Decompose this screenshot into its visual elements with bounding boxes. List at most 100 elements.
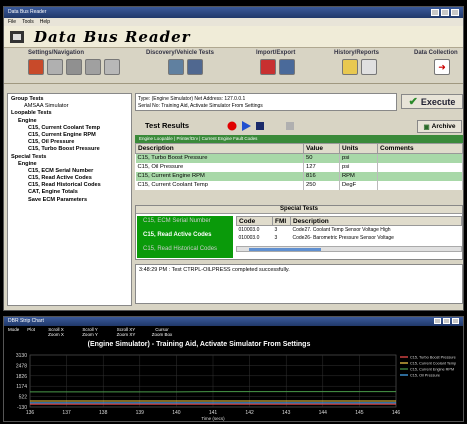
execute-button[interactable]: ✔ Execute	[401, 94, 463, 109]
toolbar-group-history: History/Reports	[334, 50, 379, 75]
minimize-button[interactable]	[431, 9, 439, 16]
col-value[interactable]: Value	[303, 143, 340, 154]
chart-scroll-xy-button[interactable]: Scroll XY Zoom XY	[111, 327, 141, 339]
tree-item[interactable]: Group Tests	[10, 96, 129, 103]
play-icon[interactable]	[241, 120, 252, 131]
chart-mode-button[interactable]: Mode	[8, 327, 19, 339]
info-line-serial: Serial No: Training Aid, Activate Simula…	[138, 103, 263, 109]
tree-item[interactable]: C15, Current Coolant Temp	[10, 125, 129, 132]
tree-item[interactable]: C15, Read Active Codes	[10, 175, 129, 182]
tree-item[interactable]: C15, ECM Serial Number	[10, 168, 129, 175]
tree-item[interactable]: Save ECM Parameters	[10, 197, 129, 204]
truck-icon[interactable]	[187, 59, 203, 75]
strip-chart-window: DBR Strip Chart Mode Plot Scroll X Zoom …	[3, 316, 464, 422]
chart-scroll-y-button[interactable]: Scroll Y Zoom Y	[77, 327, 103, 339]
tree-item[interactable]: AMSAA Simulator	[10, 103, 129, 110]
legend-label: C15, Current Coolant Temp	[410, 362, 456, 366]
menu-file[interactable]: File	[8, 19, 16, 25]
record-icon[interactable]	[227, 121, 237, 131]
maximize-button[interactable]	[443, 318, 450, 324]
strip-chart[interactable]: 3130247818261174522-130136 137 138 139 140 14…	[4, 349, 463, 421]
col-description[interactable]: Description	[135, 143, 304, 154]
table-row[interactable]: C15, Current Coolant Temp 250 DegF	[135, 180, 463, 190]
cell: C15, Turbo Boost Pressure	[135, 153, 304, 163]
archive-icon: ▣	[423, 123, 430, 131]
x-tick-label: 139	[136, 410, 145, 416]
tree-item[interactable]: C15, Current Engine RPM	[10, 132, 129, 139]
toolbar-group-label: Data Collection	[414, 50, 458, 56]
stop-icon[interactable]	[255, 121, 265, 131]
car-icon[interactable]	[168, 59, 184, 75]
exit-icon[interactable]: ➜	[434, 59, 450, 75]
tree-item[interactable]: C15, Read Historical Codes	[10, 182, 129, 189]
execute-label: Execute	[420, 96, 456, 107]
toolbox-icon[interactable]	[28, 59, 44, 75]
close-button[interactable]	[452, 318, 459, 324]
cell: psi	[339, 162, 378, 172]
table-row[interactable]: 010003.0 3 Code27. Coolant Temp Sensor V…	[237, 226, 462, 234]
tree-item[interactable]: Engine	[10, 118, 129, 125]
chart-plot-button[interactable]: Plot	[27, 327, 35, 339]
col-comments[interactable]: Comments	[377, 143, 463, 154]
toolbar-group-label: Discovery/Vehicle Tests	[146, 50, 214, 56]
y-tick-label: 1174	[16, 384, 27, 390]
tree-item[interactable]: C15, Oil Pressure	[10, 139, 129, 146]
x-tick-label: 137	[62, 410, 71, 416]
chart-window-title: DBR Strip Chart	[8, 318, 44, 324]
y-tick-label: 2478	[16, 363, 27, 369]
close-button[interactable]	[451, 9, 459, 16]
export-icon[interactable]	[279, 59, 295, 75]
special-test-item[interactable]: C15, Read Active Codes	[137, 230, 233, 240]
col-code-description[interactable]: Description	[290, 216, 462, 226]
tree-item[interactable]: CAT, Engine Totals	[10, 189, 129, 196]
scrollbar-thumb[interactable]	[249, 248, 321, 251]
log-output: 3:48:29 PM : Test CTRPL-OILPRESS complet…	[135, 264, 463, 304]
codes-scrollbar[interactable]	[236, 246, 462, 252]
table-row[interactable]: C15, Oil Pressure 127 psi	[135, 162, 463, 172]
tree-item[interactable]: Special Tests	[10, 154, 129, 161]
cell: psi	[339, 153, 378, 163]
chart-toolbar: Mode Plot Scroll X Zoom X Scroll Y Zoom …	[4, 326, 463, 340]
tree-item[interactable]: Loopable Tests	[10, 110, 129, 117]
cell	[377, 162, 463, 172]
cell: 816	[303, 171, 340, 181]
x-tick-label: 136	[26, 410, 35, 416]
cell	[377, 153, 463, 163]
report-icon[interactable]	[361, 59, 377, 75]
laptop-icon	[10, 30, 24, 43]
col-code[interactable]: Code	[236, 216, 273, 226]
menu-help[interactable]: Help	[40, 19, 50, 25]
menu-tools[interactable]: Tools	[22, 19, 34, 25]
special-test-item[interactable]: C15, ECM Serial Number	[137, 216, 233, 226]
cell: 3	[274, 234, 278, 241]
special-tests-panel: Special Tests C15, ECM Serial Number C15…	[135, 205, 463, 260]
table-row[interactable]: C15, Current Engine RPM 816 RPM	[135, 171, 463, 181]
chart-scroll-x-button[interactable]: Scroll X Zoom X	[43, 327, 69, 339]
tree-item[interactable]: C15, Turbo Boost Pressure	[10, 146, 129, 153]
toolbar-group-label: Settings/Navigation	[28, 50, 85, 56]
cell: 3	[274, 226, 278, 233]
car-icon[interactable]	[85, 59, 101, 75]
chart-cursor-button[interactable]: Cursor Zoom Box	[149, 327, 175, 339]
toolbar-group-data-collection: Data Collection ➜	[414, 50, 458, 75]
result-tabs[interactable]: Engine Loopable | Printer/Drv | Current …	[135, 135, 463, 143]
y-tick-label: 3130	[16, 353, 27, 359]
gear-icon[interactable]	[66, 59, 82, 75]
grid-icon[interactable]	[104, 59, 120, 75]
cell: C15, Oil Pressure	[135, 162, 304, 172]
clear-icon[interactable]	[285, 121, 295, 131]
table-row[interactable]: 010003.0 3 Code26- Barometric Pressure S…	[237, 234, 462, 242]
col-fmi[interactable]: FMI	[272, 216, 291, 226]
special-test-item[interactable]: C15, Read Historical Codes	[137, 244, 233, 254]
import-icon[interactable]	[260, 59, 276, 75]
toolbar-group-label: History/Reports	[334, 50, 380, 56]
archive-button[interactable]: ▣ Archive	[417, 120, 462, 133]
wrench-icon[interactable]	[47, 59, 63, 75]
minimize-button[interactable]	[434, 318, 441, 324]
special-tests-list: C15, ECM Serial Number C15, Read Active …	[137, 216, 233, 258]
col-units[interactable]: Units	[339, 143, 378, 154]
maximize-button[interactable]	[441, 9, 449, 16]
tree-item[interactable]: Engine	[10, 161, 129, 168]
table-row[interactable]: C15, Turbo Boost Pressure 50 psi	[135, 153, 463, 163]
folder-icon[interactable]	[342, 59, 358, 75]
